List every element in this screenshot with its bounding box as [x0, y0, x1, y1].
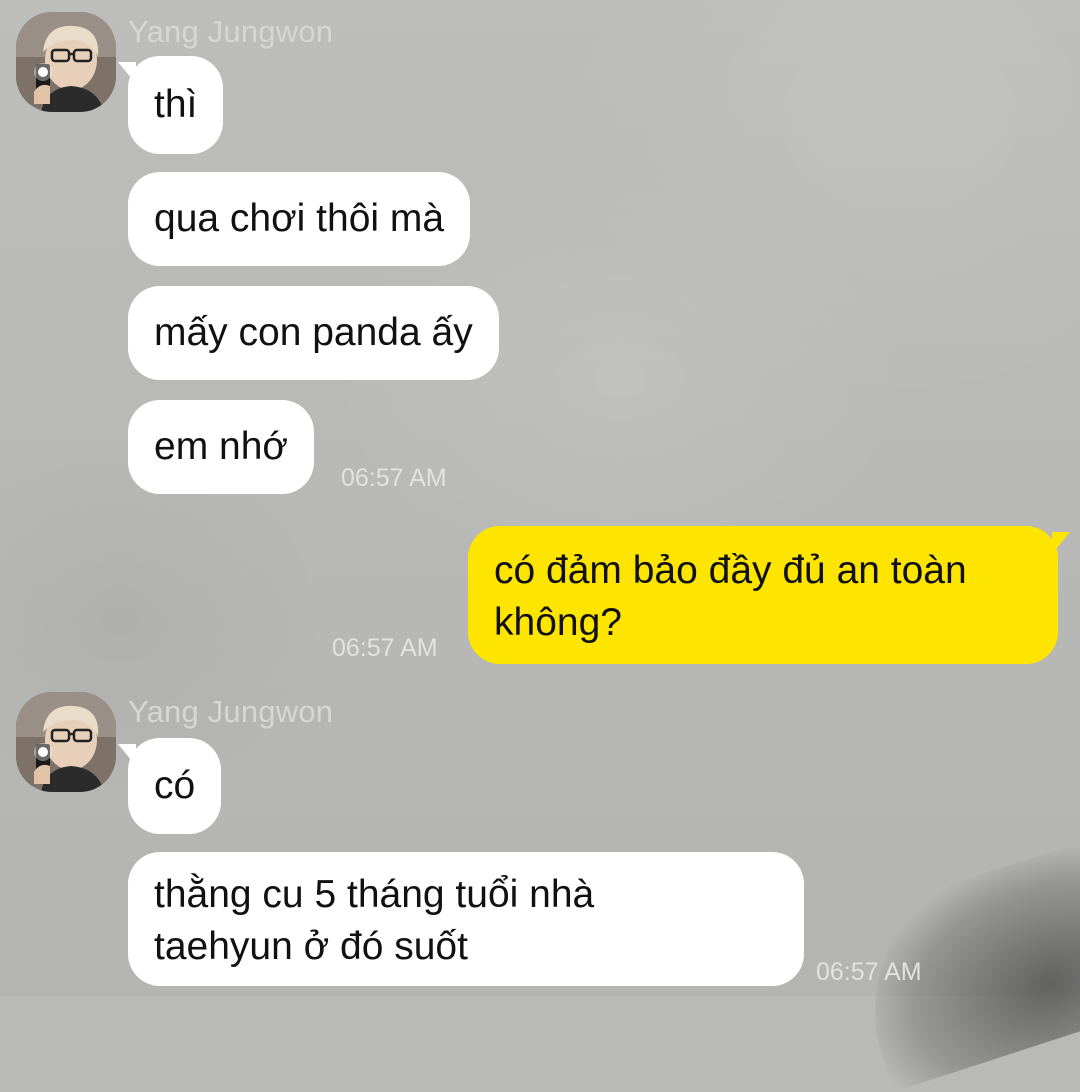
sender-name: Yang Jungwon — [128, 694, 334, 729]
sender-name: Yang Jungwon — [128, 14, 334, 49]
message-timestamp: 06:57 AM — [341, 464, 447, 492]
message-timestamp: 06:57 AM — [332, 634, 438, 662]
sender-avatar[interactable] — [16, 12, 116, 112]
message-timestamp: 06:57 AM — [816, 958, 922, 986]
avatar-photo-icon — [16, 12, 116, 112]
avatar-photo-icon — [16, 692, 116, 792]
message-bubble[interactable]: thì — [128, 56, 224, 154]
message-bubble[interactable]: thằng cu 5 tháng tuổi nhà taehyun ở đó s… — [128, 852, 804, 986]
message-bubble-outgoing[interactable]: có đảm bảo đầy đủ an toàn không? — [468, 526, 1058, 664]
bubble-tail — [1052, 532, 1070, 554]
sender-avatar[interactable] — [16, 692, 116, 792]
message-bubble[interactable]: qua chơi thôi mà — [128, 172, 471, 266]
message-bubble[interactable]: có — [128, 738, 222, 834]
message-bubble[interactable]: mấy con panda ấy — [128, 286, 499, 380]
message-bubble[interactable]: em nhớ — [128, 400, 314, 494]
